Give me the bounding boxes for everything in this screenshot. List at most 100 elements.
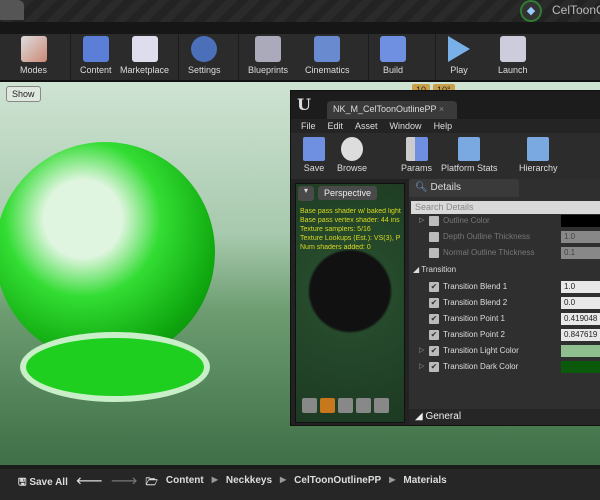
- param-value-input[interactable]: 0.419048: [561, 313, 600, 325]
- param-checkbox[interactable]: ✔: [429, 330, 439, 340]
- play-label: Play: [450, 65, 468, 75]
- param-checkbox[interactable]: ✔: [429, 346, 439, 356]
- material-tab[interactable]: NK_M_CelToonOutlinePP ×: [327, 101, 457, 119]
- material-toolbar: Save Browse Params Platform Stats Hierar…: [291, 133, 600, 179]
- save-all-button[interactable]: 🖫 Save All: [18, 475, 68, 492]
- cinematics-label: Cinematics: [305, 65, 350, 75]
- cinematics-button[interactable]: Cinematics: [305, 36, 350, 75]
- param-row: Normal Outline Thickness 0.1: [409, 245, 600, 261]
- content-icon: [82, 36, 109, 62]
- chevron-right-icon[interactable]: ▶: [280, 475, 286, 492]
- cube-preview-button[interactable]: [356, 398, 371, 413]
- blueprints-label: Blueprints: [248, 65, 289, 75]
- mesh-preview-button[interactable]: [374, 398, 389, 413]
- launch-button[interactable]: Launch: [498, 36, 528, 75]
- param-label: Transition Light Color: [443, 346, 519, 355]
- sphere-preview-button[interactable]: [320, 398, 335, 413]
- breadcrumb-celtoonoutlinepp[interactable]: CelToonOutlinePP: [294, 475, 381, 492]
- content-button[interactable]: Content: [80, 36, 112, 75]
- launch-icon: [499, 36, 526, 62]
- divider: [178, 34, 179, 80]
- general-category[interactable]: ◢ General: [409, 409, 600, 425]
- menu-asset[interactable]: Asset: [355, 119, 378, 133]
- param-value-input[interactable]: 0.847619: [561, 329, 600, 341]
- browse-button[interactable]: Browse: [337, 137, 367, 173]
- marketplace-icon: [131, 36, 158, 62]
- breadcrumb-materials[interactable]: Materials: [403, 475, 446, 492]
- marketplace-button[interactable]: Marketplace: [120, 36, 169, 75]
- chevron-right-icon[interactable]: ▶: [212, 475, 218, 492]
- param-row: ✔ Transition Blend 2 0.0: [409, 295, 600, 311]
- color-swatch[interactable]: [561, 361, 600, 373]
- platform-stats-label: Platform Stats: [441, 163, 498, 173]
- viewport-options-dropdown[interactable]: ▾: [298, 186, 314, 201]
- details-tab[interactable]: 🔍︎ Details: [409, 179, 519, 197]
- details-panel: 🔍︎ Details Search Details ▷ Outline Color…: [409, 179, 600, 425]
- build-button[interactable]: Build: [380, 36, 406, 75]
- menu-help[interactable]: Help: [434, 119, 453, 133]
- param-value-input[interactable]: 0.0: [561, 297, 600, 309]
- blueprints-icon: [255, 36, 282, 62]
- param-checkbox[interactable]: ✔: [429, 298, 439, 308]
- transition-category[interactable]: ◢ Transition: [413, 265, 456, 274]
- param-row: Depth Outline Thickness 1.0: [409, 229, 600, 245]
- divider: [435, 34, 436, 80]
- param-row: ▷ ✔ Transition Dark Color: [409, 359, 600, 375]
- color-swatch[interactable]: [561, 345, 600, 357]
- menu-window[interactable]: Window: [390, 119, 422, 133]
- back-arrow-icon[interactable]: 🡐: [76, 475, 103, 492]
- param-checkbox[interactable]: [429, 216, 439, 226]
- play-button[interactable]: Play: [448, 36, 470, 75]
- hierarchy-button[interactable]: Hierarchy: [519, 137, 558, 173]
- marketplace-label: Marketplace: [120, 65, 170, 75]
- material-editor-window: U NK_M_CelToonOutlinePP × File Edit Asse…: [290, 90, 600, 426]
- modes-button[interactable]: Modes: [20, 36, 47, 75]
- breadcrumb-neckkeys[interactable]: Neckkeys: [226, 475, 272, 492]
- show-button[interactable]: Show: [6, 86, 41, 102]
- cylinder-preview-button[interactable]: [302, 398, 317, 413]
- param-label: Normal Outline Thickness: [443, 248, 535, 257]
- param-label: Outline Color: [443, 216, 490, 225]
- details-tab-label: Details: [430, 182, 462, 193]
- blueprints-button[interactable]: Blueprints: [248, 36, 288, 75]
- param-value-input[interactable]: 1.0: [561, 231, 600, 243]
- divider: [70, 34, 71, 80]
- param-value-input[interactable]: 0.1: [561, 247, 600, 259]
- chevron-right-icon[interactable]: ▶: [389, 475, 395, 492]
- save-icon: 🖫: [18, 477, 27, 488]
- menu-file[interactable]: File: [301, 119, 316, 133]
- param-checkbox[interactable]: [429, 248, 439, 258]
- expand-arrow-icon[interactable]: ▷: [419, 362, 424, 370]
- forward-arrow-icon[interactable]: 🡒: [111, 475, 138, 492]
- expand-arrow-icon[interactable]: ▷: [419, 216, 424, 224]
- param-checkbox[interactable]: ✔: [429, 282, 439, 292]
- breadcrumb-content[interactable]: Content: [166, 475, 204, 492]
- level-tab[interactable]: [0, 0, 24, 20]
- divider: [238, 34, 239, 80]
- param-row: ✔ Transition Blend 1 1.0: [409, 279, 600, 295]
- content-browser-bar: 🖫 Save All 🡐 🡒 🗁 Content ▶ Neckkeys ▶ CelT…: [0, 465, 600, 500]
- close-icon[interactable]: ×: [439, 104, 444, 114]
- platform-stats-button[interactable]: Platform Stats: [441, 137, 498, 173]
- param-checkbox[interactable]: [429, 232, 439, 242]
- build-icon: [380, 36, 406, 62]
- perspective-button[interactable]: Perspective: [318, 186, 378, 200]
- expand-arrow-icon[interactable]: ▷: [419, 346, 424, 354]
- save-button[interactable]: Save: [303, 137, 325, 173]
- plane-preview-button[interactable]: [338, 398, 353, 413]
- params-button[interactable]: Params: [401, 137, 432, 173]
- project-name: CelToonO: [552, 3, 600, 17]
- param-label: Transition Blend 1: [443, 282, 508, 291]
- param-checkbox[interactable]: ✔: [429, 314, 439, 324]
- material-preview-viewport[interactable]: ▾ Perspective Base pass shader w/ baked …: [295, 183, 405, 423]
- param-row: ▷ ✔ Transition Light Color: [409, 343, 600, 359]
- divider: [368, 34, 369, 80]
- param-row: ✔ Transition Point 2 0.847619: [409, 327, 600, 343]
- param-checkbox[interactable]: ✔: [429, 362, 439, 372]
- param-value-input[interactable]: 1.0: [561, 281, 600, 293]
- settings-button[interactable]: Settings: [188, 36, 221, 75]
- build-label: Build: [382, 65, 403, 75]
- breadcrumb: 🖫 Save All 🡐 🡒 🗁 Content ▶ Neckkeys ▶ CelT…: [0, 475, 447, 492]
- color-swatch[interactable]: [561, 215, 600, 227]
- menu-edit[interactable]: Edit: [328, 119, 344, 133]
